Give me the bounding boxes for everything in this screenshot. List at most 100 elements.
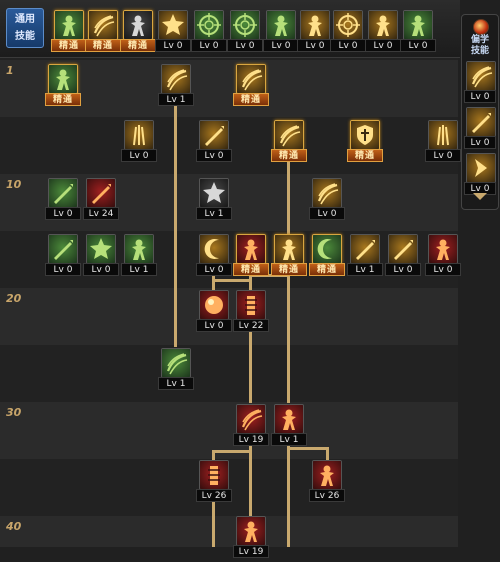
skill-slot[interactable]: Lv 0 (191, 10, 227, 56)
side-skill-panel: 偏学 技能 Lv 0 Lv 0 Lv 0 (461, 14, 499, 210)
green-star-burst-icon[interactable] (86, 234, 116, 264)
skill-level-label: Lv 0 (196, 149, 232, 162)
skill-slot[interactable]: Lv 0 (385, 234, 421, 280)
skill-slot[interactable]: Lv 0 (464, 107, 496, 153)
skill-slot[interactable]: 精通 (51, 10, 87, 56)
claw-slash-icon[interactable] (88, 10, 118, 40)
swift-claw-icon[interactable] (236, 64, 266, 94)
skill-level-label: Lv 1 (121, 263, 157, 276)
green-helmet-icon[interactable] (48, 64, 78, 94)
skill-level-label: Lv 0 (227, 39, 263, 52)
skill-slot[interactable]: Lv 19 (233, 404, 269, 450)
red-tower-icon[interactable] (236, 290, 266, 320)
skill-slot[interactable]: 精通 (120, 10, 156, 56)
skill-slot[interactable]: Lv 0 (196, 234, 232, 280)
mastery-badge: 精通 (347, 149, 383, 162)
fire-crown-icon[interactable] (428, 234, 458, 264)
skill-slot[interactable]: Lv 1 (271, 404, 307, 450)
skill-slot[interactable]: 精通 (271, 234, 307, 280)
skill-slot[interactable]: Lv 0 (196, 290, 232, 336)
skill-slot[interactable]: 精通 (85, 10, 121, 56)
skill-slot[interactable]: 精通 (45, 64, 81, 110)
green-blade-icon[interactable] (48, 178, 78, 208)
side-panel-label-line: 偏学 (470, 35, 489, 45)
row-level-label: 30 (6, 406, 22, 419)
rising-figure-icon[interactable] (300, 10, 330, 40)
whirl-slash-icon[interactable] (274, 120, 304, 150)
burning-palm-icon[interactable] (236, 234, 266, 264)
skill-slot[interactable]: Lv 26 (309, 460, 345, 506)
tree-connector (249, 330, 252, 403)
red-beast-icon[interactable] (312, 460, 342, 490)
skill-slot[interactable]: Lv 0 (45, 178, 81, 224)
skill-slot[interactable]: Lv 19 (233, 516, 269, 562)
red-slash-icon[interactable] (236, 404, 266, 434)
kneel-figure-icon[interactable] (54, 10, 84, 40)
skill-slot[interactable]: Lv 1 (158, 64, 194, 110)
green-flame-figure-icon[interactable] (403, 10, 433, 40)
skill-slot[interactable]: Lv 1 (158, 348, 194, 394)
dash-cut-icon[interactable] (124, 234, 154, 264)
concentric-circle-icon[interactable] (333, 10, 363, 40)
skill-slot[interactable]: Lv 0 (365, 10, 401, 56)
skill-slot[interactable]: Lv 1 (121, 234, 157, 280)
skill-slot[interactable]: Lv 0 (309, 178, 345, 224)
skill-slot[interactable]: Lv 0 (45, 234, 81, 280)
triple-spike-icon[interactable] (428, 120, 458, 150)
cross-thrust-icon[interactable] (388, 234, 418, 264)
arrow-thrust-icon[interactable] (199, 120, 229, 150)
skill-slot[interactable]: 精通 (233, 64, 269, 110)
flame-burst-icon[interactable] (199, 178, 229, 208)
green-crosshair-icon[interactable] (230, 10, 260, 40)
skill-slot[interactable]: 精通 (309, 234, 345, 280)
skill-slot[interactable]: Lv 24 (83, 178, 119, 224)
skill-slot[interactable]: Lv 0 (263, 10, 299, 56)
skill-slot[interactable]: Lv 0 (83, 234, 119, 280)
skill-slot[interactable]: Lv 0 (400, 10, 436, 56)
skill-slot[interactable]: 精通 (347, 120, 383, 166)
skill-slot[interactable]: Lv 0 (227, 10, 263, 56)
scroll-down-arrow-icon[interactable] (473, 193, 487, 200)
skill-slot[interactable]: Lv 22 (233, 290, 269, 336)
wind-blades-icon[interactable] (350, 234, 380, 264)
skill-slot[interactable]: 精通 (271, 120, 307, 166)
mastery-badge: 精通 (45, 93, 81, 106)
skill-slot[interactable]: Lv 0 (330, 10, 366, 56)
skull-strike-icon[interactable] (236, 516, 266, 546)
skill-slot[interactable]: Lv 0 (464, 61, 496, 107)
skill-slot[interactable]: Lv 26 (196, 460, 232, 506)
fire-orb-icon[interactable] (199, 290, 229, 320)
running-figure-icon[interactable] (123, 10, 153, 40)
red-pillar-icon[interactable] (199, 460, 229, 490)
tornado-icon[interactable] (161, 348, 191, 378)
skill-slot[interactable]: Lv 0 (425, 234, 461, 280)
chevron-strike-icon[interactable] (466, 153, 496, 183)
target-crosshair-icon[interactable] (194, 10, 224, 40)
skill-level-label: Lv 19 (233, 433, 269, 446)
skill-slot[interactable]: Lv 0 (425, 120, 461, 166)
wind-slash-icon[interactable] (466, 61, 496, 91)
skill-slot[interactable]: Lv 1 (196, 178, 232, 224)
skill-slot[interactable]: Lv 1 (347, 234, 383, 280)
spear-wave-icon[interactable] (466, 107, 496, 137)
winged-burst-icon[interactable] (158, 10, 188, 40)
skill-slot[interactable]: Lv 0 (155, 10, 191, 56)
cross-shield-icon[interactable] (350, 120, 380, 150)
muscle-pose-icon[interactable] (368, 10, 398, 40)
kneeling-fighter-icon[interactable] (266, 10, 296, 40)
side-panel-label: 偏学 技能 (464, 35, 496, 57)
skill-slot[interactable]: Lv 0 (121, 120, 157, 166)
skill-slot[interactable]: Lv 0 (196, 120, 232, 166)
skill-slot[interactable]: 精通 (233, 234, 269, 280)
claw-rake-icon[interactable] (161, 64, 191, 94)
skill-slot[interactable]: Lv 0 (297, 10, 333, 56)
red-blade-icon[interactable] (86, 178, 116, 208)
skill-level-label: Lv 0 (464, 90, 496, 103)
green-crescent-icon[interactable] (312, 234, 342, 264)
crescent-kick-icon[interactable] (199, 234, 229, 264)
feather-spike-icon[interactable] (124, 120, 154, 150)
swirl-wave-icon[interactable] (312, 178, 342, 208)
long-blade-icon[interactable] (48, 234, 78, 264)
beast-fist-icon[interactable] (274, 404, 304, 434)
tiger-roar-icon[interactable] (274, 234, 304, 264)
